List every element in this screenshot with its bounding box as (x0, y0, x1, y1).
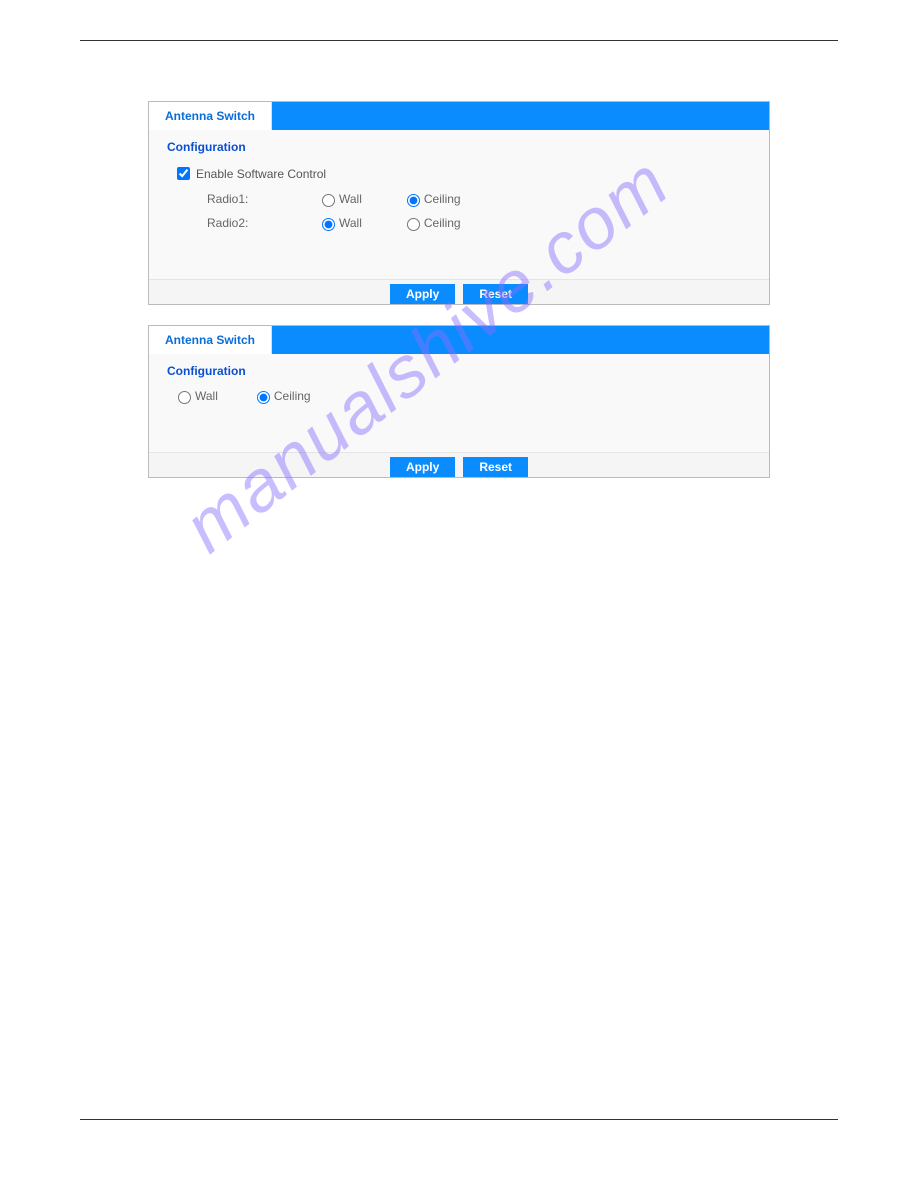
radio2-ceiling-option[interactable]: Ceiling (402, 215, 461, 231)
radio1-wall-option[interactable]: Wall (317, 191, 362, 207)
radio1-ceiling-label: Ceiling (424, 192, 461, 206)
ceiling-radio[interactable] (257, 391, 270, 404)
radio1-row: Radio1: Wall Ceiling (167, 191, 751, 207)
antenna-switch-panel-1: Antenna Switch Configuration Enable Soft… (148, 101, 770, 305)
reset-button[interactable]: Reset (463, 284, 528, 304)
ceiling-label: Ceiling (274, 389, 311, 403)
tab-bar: Antenna Switch (149, 326, 769, 354)
antenna-option-row: Wall Ceiling (167, 388, 751, 404)
tab-antenna-switch[interactable]: Antenna Switch (149, 326, 272, 354)
radio2-ceiling-label: Ceiling (424, 216, 461, 230)
top-divider (80, 40, 838, 41)
enable-software-control-label: Enable Software Control (196, 167, 326, 181)
button-row: Apply Reset (149, 279, 769, 304)
wall-label: Wall (195, 389, 218, 403)
button-row: Apply Reset (149, 452, 769, 477)
antenna-switch-panel-2: Antenna Switch Configuration Wall Ceilin… (148, 325, 770, 478)
radio2-wall-radio[interactable] (322, 218, 335, 231)
radio1-wall-label: Wall (339, 192, 362, 206)
wall-radio[interactable] (178, 391, 191, 404)
radio1-label: Radio1: (207, 192, 317, 206)
reset-button[interactable]: Reset (463, 457, 528, 477)
apply-button[interactable]: Apply (390, 284, 455, 304)
radio2-row: Radio2: Wall Ceiling (167, 215, 751, 231)
radio1-wall-radio[interactable] (322, 194, 335, 207)
bottom-divider (80, 1119, 838, 1120)
configuration-heading: Configuration (167, 364, 751, 378)
tab-antenna-switch[interactable]: Antenna Switch (149, 102, 272, 130)
radio2-ceiling-radio[interactable] (407, 218, 420, 231)
configuration-heading: Configuration (167, 140, 751, 154)
enable-software-control-checkbox[interactable] (177, 167, 190, 180)
enable-software-control-row: Enable Software Control (167, 164, 751, 183)
apply-button[interactable]: Apply (390, 457, 455, 477)
radio2-label: Radio2: (207, 216, 317, 230)
radio2-wall-option[interactable]: Wall (317, 215, 362, 231)
radio1-ceiling-option[interactable]: Ceiling (402, 191, 461, 207)
tab-bar: Antenna Switch (149, 102, 769, 130)
radio1-ceiling-radio[interactable] (407, 194, 420, 207)
ceiling-option[interactable]: Ceiling (252, 388, 311, 404)
wall-option[interactable]: Wall (173, 388, 218, 404)
radio2-wall-label: Wall (339, 216, 362, 230)
